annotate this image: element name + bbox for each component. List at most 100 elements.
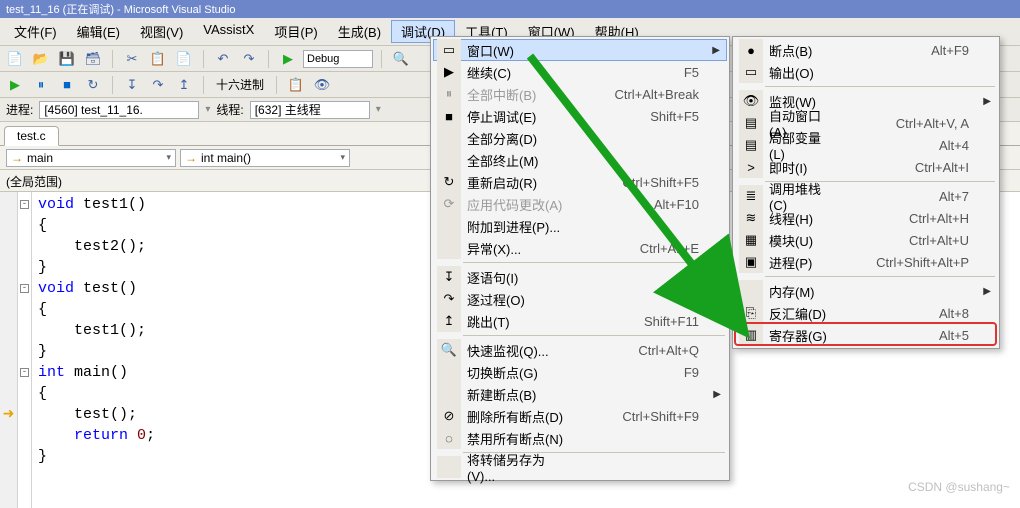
stop-icon[interactable]: ■ [56, 75, 78, 95]
step-over-icon[interactable]: ↷ [147, 75, 169, 95]
debug-menu-item-21[interactable]: 将转储另存为(V)... [433, 456, 727, 478]
menu-icon: ▣ [739, 251, 763, 273]
restart-icon[interactable]: ↻ [82, 75, 104, 95]
menu-icon: > [739, 156, 763, 178]
new-project-icon[interactable]: 📄 [4, 49, 26, 69]
windows-menu-item-1[interactable]: ▭输出(O) [735, 61, 997, 83]
debug-menu-item-1[interactable]: ▶继续(C)F5 [433, 61, 727, 83]
open-icon[interactable]: 📂 [30, 49, 52, 69]
menu-icon [437, 149, 461, 171]
debug-menu-item-18[interactable]: ⊘删除所有断点(D)Ctrl+Shift+F9 [433, 405, 727, 427]
menu-icon: ▤ [739, 134, 763, 156]
debug-menu-item-6[interactable]: ↻重新启动(R)Ctrl+Shift+F5 [433, 171, 727, 193]
debug-menu-item-9[interactable]: 异常(X)...Ctrl+Alt+E [433, 237, 727, 259]
debug-menu-item-8[interactable]: 附加到进程(P)... [433, 215, 727, 237]
undo-icon[interactable]: ↶ [212, 49, 234, 69]
watermark: CSDN @sushang~ [908, 480, 1010, 494]
menu-icon [739, 280, 763, 302]
menu-icon: ⎘ [739, 302, 763, 324]
find-icon[interactable]: 🔍 [390, 49, 412, 69]
debug-menu-item-3[interactable]: ■停止调试(E)Shift+F5 [433, 105, 727, 127]
menu-icon: ▤ [739, 112, 763, 134]
menu-icon [437, 361, 461, 383]
menu-icon [437, 383, 461, 405]
menu-icon: ⟳ [437, 193, 461, 215]
debug-menu-item-17[interactable]: 新建断点(B)▶ [433, 383, 727, 405]
scope-combo[interactable]: → main ▾ [6, 149, 176, 167]
menu-item-2[interactable]: 视图(V) [130, 20, 193, 43]
debug-menu-item-11[interactable]: ↧逐语句(I)F11 [433, 266, 727, 288]
window-title: test_11_16 (正在调试) - Microsoft Visual Stu… [6, 4, 235, 16]
step-out-icon[interactable]: ↥ [173, 75, 195, 95]
windows-menu-item-0[interactable]: ●断点(B)Alt+F9 [735, 39, 997, 61]
save-all-icon[interactable]: 🗃 [82, 49, 104, 69]
menu-icon: 👁 [739, 90, 763, 112]
menu-icon: ▭ [437, 39, 461, 61]
process-combo[interactable] [39, 101, 199, 119]
watch-icon[interactable]: 👁 [311, 75, 333, 95]
menu-item-5[interactable]: 生成(B) [328, 20, 391, 43]
menu-icon: ◌ [437, 427, 461, 449]
windows-menu-item-14[interactable]: ⎘反汇编(D)Alt+8 [735, 302, 997, 324]
start-icon[interactable]: ▶ [277, 49, 299, 69]
menu-item-3[interactable]: VAssistX [193, 20, 264, 43]
menu-icon: ▭ [739, 61, 763, 83]
code-area[interactable]: void test1(){ test2();}void test(){ test… [32, 192, 161, 508]
debug-menu[interactable]: ▭窗口(W)▶▶继续(C)F5⏸全部中断(B)Ctrl+Alt+Break■停止… [430, 36, 730, 481]
paste-icon[interactable]: 📄 [173, 49, 195, 69]
save-icon[interactable]: 💾 [56, 49, 78, 69]
menu-icon: ■ [437, 105, 461, 127]
menu-icon: ≋ [739, 207, 763, 229]
debug-menu-item-7: ⟳应用代码更改(A)Alt+F10 [433, 193, 727, 215]
debug-menu-item-5[interactable]: 全部终止(M) [433, 149, 727, 171]
redo-icon[interactable]: ↷ [238, 49, 260, 69]
tab-test-c[interactable]: test.c [4, 126, 59, 146]
windows-menu-item-9[interactable]: ≋线程(H)Ctrl+Alt+H [735, 207, 997, 229]
fold-gutter[interactable]: --- [18, 192, 32, 508]
windows-menu-item-13[interactable]: 内存(M)▶ [735, 280, 997, 302]
windows-menu-item-5[interactable]: ▤局部变量(L)Alt+4 [735, 134, 997, 156]
menu-item-0[interactable]: 文件(F) [4, 20, 67, 43]
menu-icon: ⏸ [437, 83, 461, 105]
debug-menu-item-16[interactable]: 切换断点(G)F9 [433, 361, 727, 383]
menu-icon: ⊘ [437, 405, 461, 427]
debug-menu-item-12[interactable]: ↷逐过程(O)F10 [433, 288, 727, 310]
menu-icon: ▦ [739, 229, 763, 251]
menu-icon [437, 215, 461, 237]
debug-menu-item-15[interactable]: 🔍快速监视(Q)...Ctrl+Alt+Q [433, 339, 727, 361]
windows-menu-item-8[interactable]: ≣调用堆栈(C)Alt+7 [735, 185, 997, 207]
breakpoint-gutter[interactable]: ➜ [0, 192, 18, 508]
menu-item-4[interactable]: 项目(P) [264, 20, 327, 43]
continue-icon[interactable]: ▶ [4, 75, 26, 95]
hex-label[interactable]: 十六进制 [212, 76, 268, 93]
windows-menu-item-6[interactable]: >即时(I)Ctrl+Alt+I [735, 156, 997, 178]
config-combo[interactable] [303, 50, 373, 68]
copy-icon[interactable]: 📋 [147, 49, 169, 69]
process-label: 进程: [6, 101, 33, 118]
menu-icon: 🔍 [437, 339, 461, 361]
menu-icon: ▥ [739, 324, 763, 346]
windows-menu-item-15[interactable]: ▥寄存器(G)Alt+5 [735, 324, 997, 346]
menu-icon: ↻ [437, 171, 461, 193]
debug-menu-item-4[interactable]: 全部分离(D) [433, 127, 727, 149]
debug-menu-item-13[interactable]: ↥跳出(T)Shift+F11 [433, 310, 727, 332]
windows-submenu[interactable]: ●断点(B)Alt+F9▭输出(O)👁监视(W)▶▤自动窗口(A)Ctrl+Al… [732, 36, 1000, 349]
debug-menu-item-19[interactable]: ◌禁用所有断点(N) [433, 427, 727, 449]
windows-menu-item-10[interactable]: ▦模块(U)Ctrl+Alt+U [735, 229, 997, 251]
menu-icon: ▶ [437, 61, 461, 83]
menu-icon [437, 456, 461, 478]
windows-menu-item-11[interactable]: ▣进程(P)Ctrl+Shift+Alt+P [735, 251, 997, 273]
menu-icon: ↧ [437, 266, 461, 288]
debug-menu-item-2: ⏸全部中断(B)Ctrl+Alt+Break [433, 83, 727, 105]
breakpoints-icon[interactable]: 📋 [285, 75, 307, 95]
menu-icon [437, 127, 461, 149]
step-into-icon[interactable]: ↧ [121, 75, 143, 95]
menu-item-1[interactable]: 编辑(E) [67, 20, 130, 43]
debug-menu-item-0[interactable]: ▭窗口(W)▶ [433, 39, 727, 61]
menu-icon: ↥ [437, 310, 461, 332]
menu-icon [437, 237, 461, 259]
thread-combo[interactable] [250, 101, 370, 119]
function-combo[interactable]: → int main() ▾ [180, 149, 350, 167]
break-all-icon[interactable]: ⏸ [30, 75, 52, 95]
cut-icon[interactable]: ✂ [121, 49, 143, 69]
